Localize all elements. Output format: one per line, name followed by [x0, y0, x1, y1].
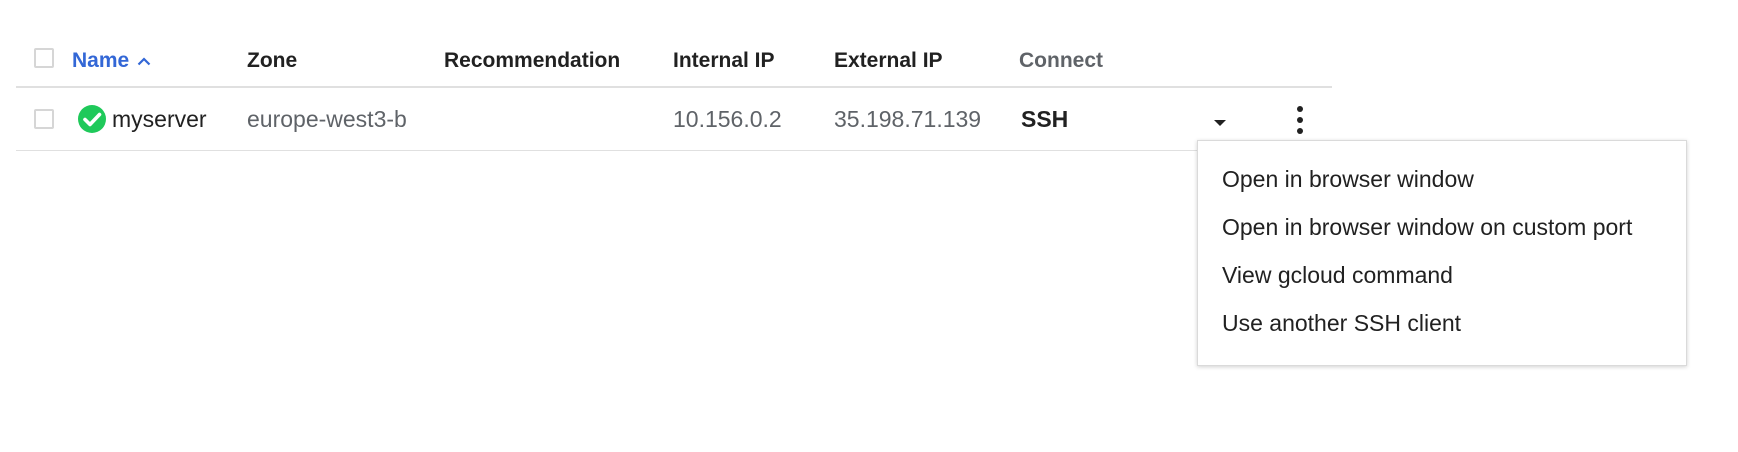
more-vert-icon[interactable] [1295, 104, 1305, 136]
instance-name[interactable]: myserver [112, 106, 207, 133]
chevron-up-icon [137, 48, 151, 72]
select-all-checkbox[interactable] [34, 48, 54, 68]
instance-internal-ip: 10.156.0.2 [673, 106, 782, 132]
menu-item-open-in-browser-custom-port[interactable]: Open in browser window on custom port [1198, 203, 1686, 251]
column-header-internal-ip[interactable]: Internal IP [673, 49, 775, 73]
column-header-name[interactable]: Name [72, 49, 151, 73]
table-header-row: Name Zone Recommendation Internal IP Ext… [16, 36, 1332, 88]
ssh-connect-menu: Open in browser window Open in browser w… [1197, 140, 1687, 366]
check-circle-icon [77, 104, 107, 134]
column-header-connect: Connect [1019, 49, 1103, 72]
column-header-recommendation[interactable]: Recommendation [444, 49, 620, 73]
menu-item-view-gcloud-command[interactable]: View gcloud command [1198, 251, 1686, 299]
instances-table: Name Zone Recommendation Internal IP Ext… [16, 36, 1332, 151]
menu-item-use-another-ssh-client[interactable]: Use another SSH client [1198, 299, 1686, 347]
vm-instances-page: Name Zone Recommendation Internal IP Ext… [0, 0, 1738, 452]
menu-item-open-in-browser[interactable]: Open in browser window [1198, 155, 1686, 203]
column-header-name-label: Name [72, 49, 130, 72]
row-checkbox[interactable] [34, 109, 54, 129]
table-row: myserver europe-west3-b 10.156.0.2 35.19… [16, 88, 1332, 151]
instance-external-ip: 35.198.71.139 [834, 106, 982, 132]
ssh-button[interactable]: SSH [1021, 106, 1068, 133]
instance-zone: europe-west3-b [247, 106, 407, 132]
caret-down-icon[interactable] [1213, 114, 1227, 132]
column-header-external-ip[interactable]: External IP [834, 49, 943, 73]
column-header-zone[interactable]: Zone [247, 49, 297, 73]
